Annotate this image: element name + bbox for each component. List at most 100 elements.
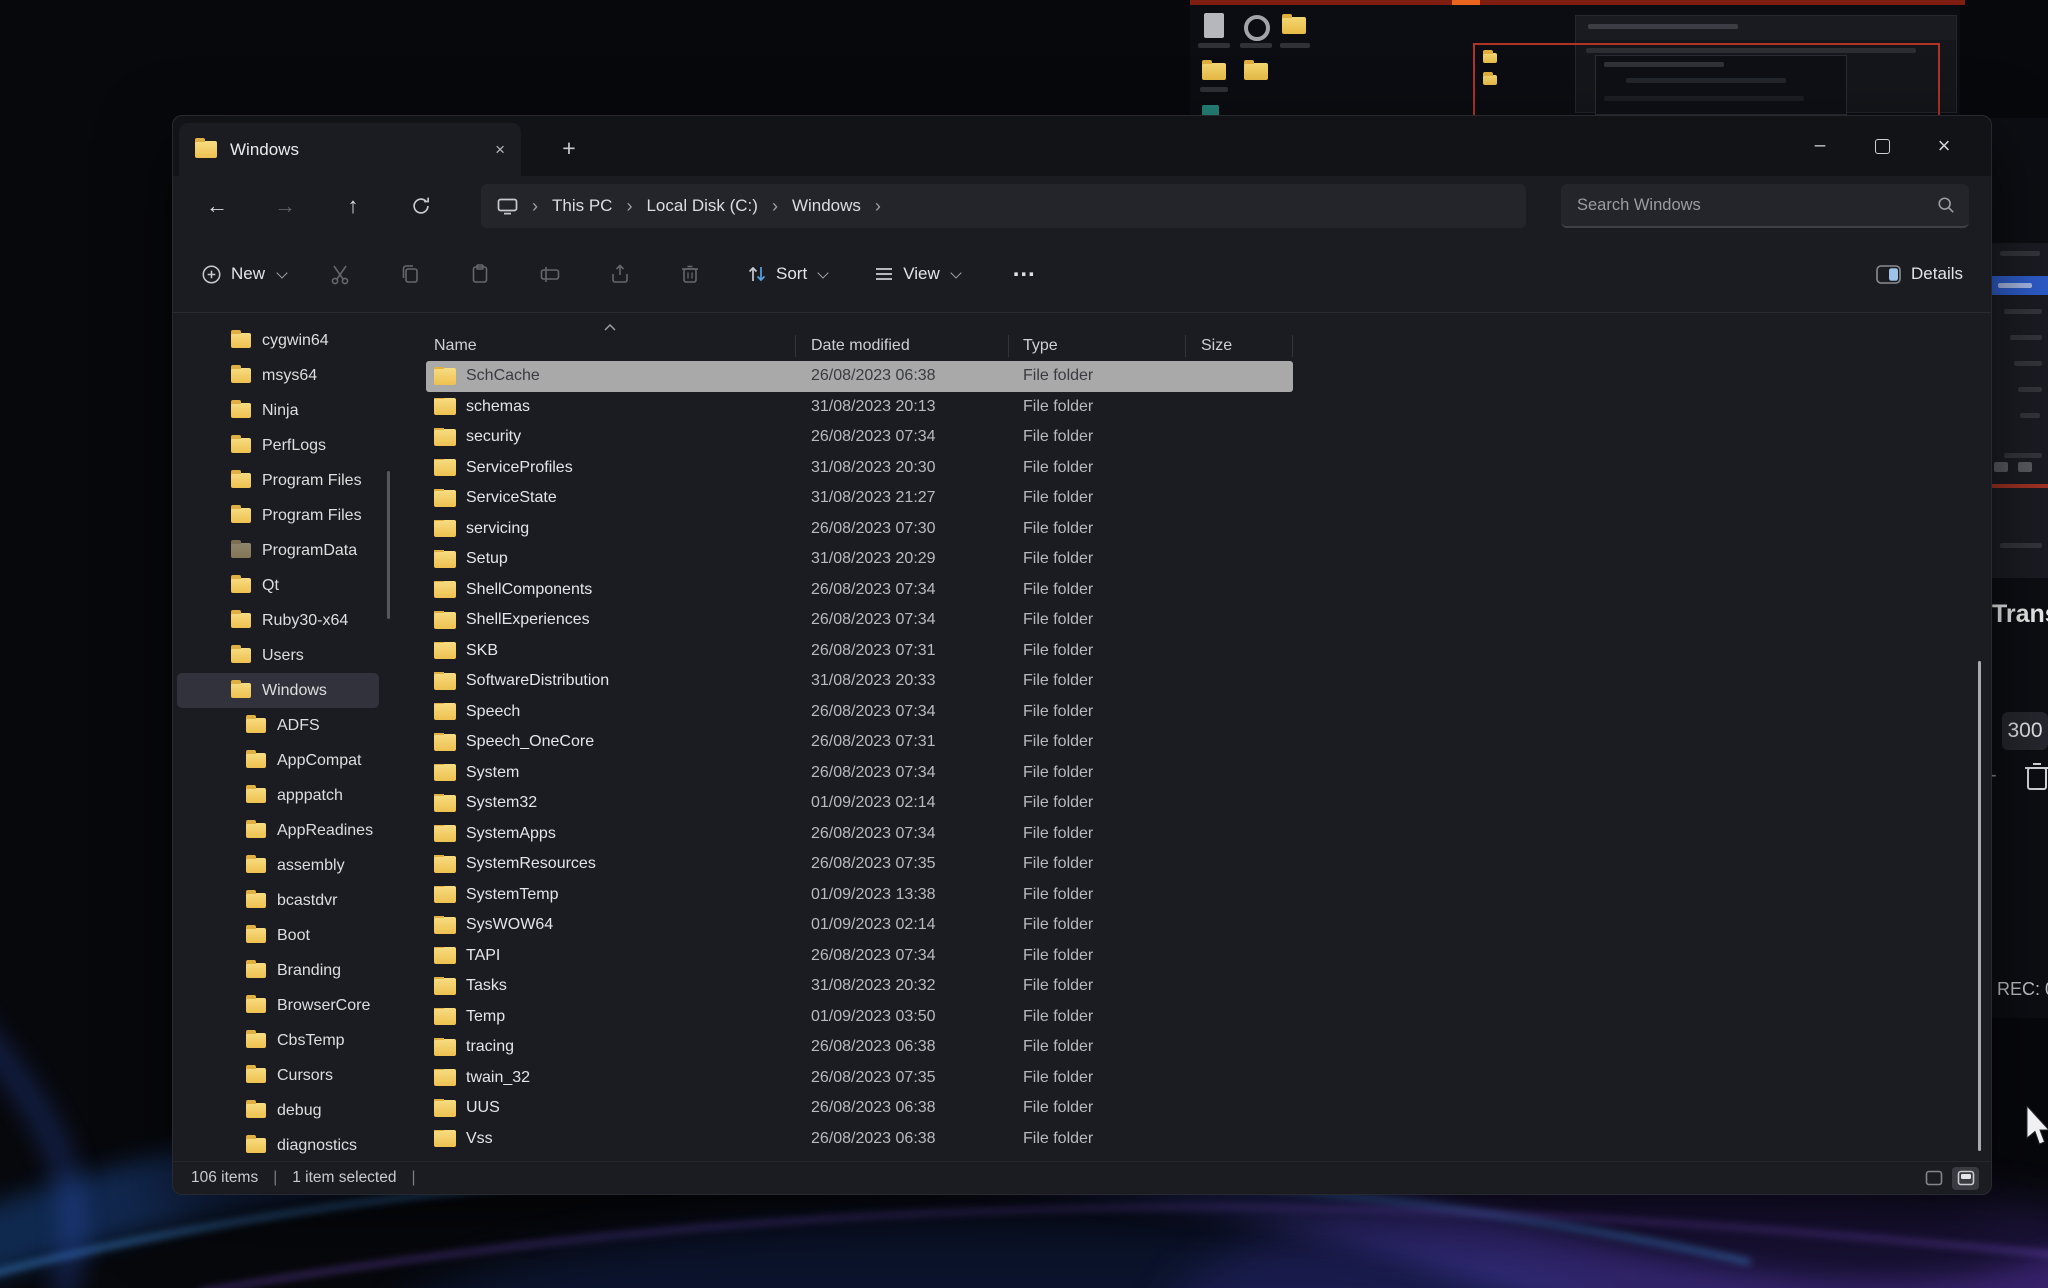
sidebar-item[interactable]: Ruby30-x64 — [177, 603, 379, 638]
sidebar-item-label: bcastdvr — [277, 892, 337, 910]
tab-windows[interactable]: Windows × — [179, 123, 521, 176]
more-options-button[interactable]: … — [1010, 260, 1038, 288]
folder-icon — [246, 1138, 266, 1153]
file-row[interactable]: System32 01/09/2023 02:14 File folder — [426, 788, 1293, 819]
sidebar-item-label: CbsTemp — [277, 1032, 345, 1050]
file-type: File folder — [1009, 1069, 1186, 1087]
breadcrumb-this-pc[interactable]: This PC — [552, 196, 612, 216]
file-row[interactable]: SystemTemp 01/09/2023 13:38 File folder — [426, 880, 1293, 911]
file-row[interactable]: SysWOW64 01/09/2023 02:14 File folder — [426, 910, 1293, 941]
view-button[interactable]: View — [873, 263, 960, 285]
file-row[interactable]: Speech_OneCore 26/08/2023 07:31 File fol… — [426, 727, 1293, 758]
file-row[interactable]: SchCache 26/08/2023 06:38 File folder — [426, 361, 1293, 392]
sidebar-item[interactable]: assembly — [177, 848, 379, 883]
copy-button[interactable] — [396, 260, 424, 288]
breadcrumb-local-disk[interactable]: Local Disk (C:) — [646, 196, 757, 216]
sidebar-item[interactable]: Users — [177, 638, 379, 673]
file-row[interactable]: SystemApps 26/08/2023 07:34 File folder — [426, 819, 1293, 850]
minimize-button[interactable]: – — [1789, 124, 1851, 168]
file-row[interactable]: System 26/08/2023 07:34 File folder — [426, 758, 1293, 789]
up-button[interactable]: ↑ — [339, 192, 367, 220]
sidebar-item[interactable]: AppReadines — [177, 813, 379, 848]
sidebar-item[interactable]: PerfLogs — [177, 428, 379, 463]
file-row[interactable]: Temp 01/09/2023 03:50 File folder — [426, 1002, 1293, 1033]
refresh-button[interactable] — [407, 192, 435, 220]
folder-icon — [434, 520, 456, 537]
search-icon[interactable] — [1937, 196, 1955, 214]
sidebar-item[interactable]: BrowserCore — [177, 988, 379, 1023]
file-type: File folder — [1009, 1038, 1186, 1056]
sidebar-item[interactable]: Branding — [177, 953, 379, 988]
rename-button[interactable] — [536, 260, 564, 288]
breadcrumb[interactable]: › This PC › Local Disk (C:) › Windows › — [481, 184, 1526, 228]
close-button[interactable]: × — [1913, 124, 1975, 168]
file-row[interactable]: servicing 26/08/2023 07:30 File folder — [426, 514, 1293, 545]
file-row[interactable]: ServiceState 31/08/2023 21:27 File folde… — [426, 483, 1293, 514]
file-row[interactable]: Vss 26/08/2023 06:38 File folder — [426, 1124, 1293, 1155]
forward-button[interactable]: → — [271, 192, 299, 220]
share-button[interactable] — [606, 260, 634, 288]
file-row[interactable]: Speech 26/08/2023 07:34 File folder — [426, 697, 1293, 728]
sidebar-item-label: Cursors — [277, 1067, 333, 1085]
file-row[interactable]: SoftwareDistribution 31/08/2023 20:33 Fi… — [426, 666, 1293, 697]
sidebar-item[interactable]: Program Files — [177, 463, 379, 498]
details-pane-button[interactable]: Details — [1876, 264, 1963, 284]
file-list-scrollbar[interactable] — [1978, 661, 1981, 1151]
file-row[interactable]: ServiceProfiles 31/08/2023 20:30 File fo… — [426, 453, 1293, 484]
maximize-button[interactable] — [1851, 124, 1913, 168]
file-row[interactable]: ShellExperiences 26/08/2023 07:34 File f… — [426, 605, 1293, 636]
file-row[interactable]: tracing 26/08/2023 06:38 File folder — [426, 1032, 1293, 1063]
file-row[interactable]: twain_32 26/08/2023 07:35 File folder — [426, 1063, 1293, 1094]
details-view-toggle[interactable] — [1952, 1167, 1979, 1190]
column-header-size[interactable]: Size — [1186, 335, 1293, 357]
sort-button[interactable]: Sort — [746, 263, 827, 285]
transition-duration-value[interactable]: 300 — [2002, 712, 2048, 750]
large-icons-view-toggle[interactable] — [1920, 1167, 1947, 1190]
file-row[interactable]: Setup 31/08/2023 20:29 File folder — [426, 544, 1293, 575]
search-input[interactable] — [1575, 195, 1937, 216]
folder-icon — [434, 398, 456, 415]
breadcrumb-windows[interactable]: Windows — [792, 196, 861, 216]
sidebar-item[interactable]: apppatch — [177, 778, 379, 813]
column-header-type[interactable]: Type — [1009, 335, 1186, 357]
folder-icon — [434, 1100, 456, 1117]
sidebar-item[interactable]: AppCompat — [177, 743, 379, 778]
transition-label: Trans — [1992, 600, 2048, 629]
file-row[interactable]: UUS 26/08/2023 06:38 File folder — [426, 1093, 1293, 1124]
sidebar-item[interactable]: Qt — [177, 568, 379, 603]
sidebar-item[interactable]: Windows — [177, 673, 379, 708]
sidebar-item[interactable]: cygwin64 — [177, 323, 379, 358]
sidebar-item[interactable]: debug — [177, 1093, 379, 1128]
new-button[interactable]: New — [201, 264, 286, 285]
new-tab-button[interactable]: + — [551, 130, 587, 166]
folder-icon — [246, 858, 266, 873]
file-row[interactable]: security 26/08/2023 07:34 File folder — [426, 422, 1293, 453]
tab-close-icon[interactable]: × — [495, 140, 505, 160]
sidebar-item[interactable]: CbsTemp — [177, 1023, 379, 1058]
sidebar-item[interactable]: Ninja — [177, 393, 379, 428]
file-row[interactable]: TAPI 26/08/2023 07:34 File folder — [426, 941, 1293, 972]
cut-button[interactable] — [326, 260, 354, 288]
paste-button[interactable] — [466, 260, 494, 288]
file-row[interactable]: ShellComponents 26/08/2023 07:34 File fo… — [426, 575, 1293, 606]
file-row[interactable]: Tasks 31/08/2023 20:32 File folder — [426, 971, 1293, 1002]
sidebar-item[interactable]: ProgramData — [177, 533, 379, 568]
trash-icon[interactable] — [2024, 760, 2048, 792]
sidebar-item[interactable]: bcastdvr — [177, 883, 379, 918]
sidebar-scrollbar[interactable] — [387, 471, 390, 619]
sidebar-item[interactable]: Cursors — [177, 1058, 379, 1093]
column-header-name[interactable]: Name — [426, 335, 796, 357]
file-row[interactable]: SystemResources 26/08/2023 07:35 File fo… — [426, 849, 1293, 880]
column-header-date-modified[interactable]: Date modified — [796, 335, 1009, 357]
folder-icon — [434, 1039, 456, 1056]
sidebar-item[interactable]: Boot — [177, 918, 379, 953]
sidebar-item[interactable]: msys64 — [177, 358, 379, 393]
sidebar-item-label: Qt — [262, 577, 279, 595]
sidebar-item[interactable]: ADFS — [177, 708, 379, 743]
sidebar-item[interactable]: Program Files — [177, 498, 379, 533]
sidebar-item[interactable]: diagnostics — [177, 1128, 379, 1161]
file-row[interactable]: SKB 26/08/2023 07:31 File folder — [426, 636, 1293, 667]
delete-button[interactable] — [676, 260, 704, 288]
file-row[interactable]: schemas 31/08/2023 20:13 File folder — [426, 392, 1293, 423]
back-button[interactable]: ← — [203, 192, 231, 220]
